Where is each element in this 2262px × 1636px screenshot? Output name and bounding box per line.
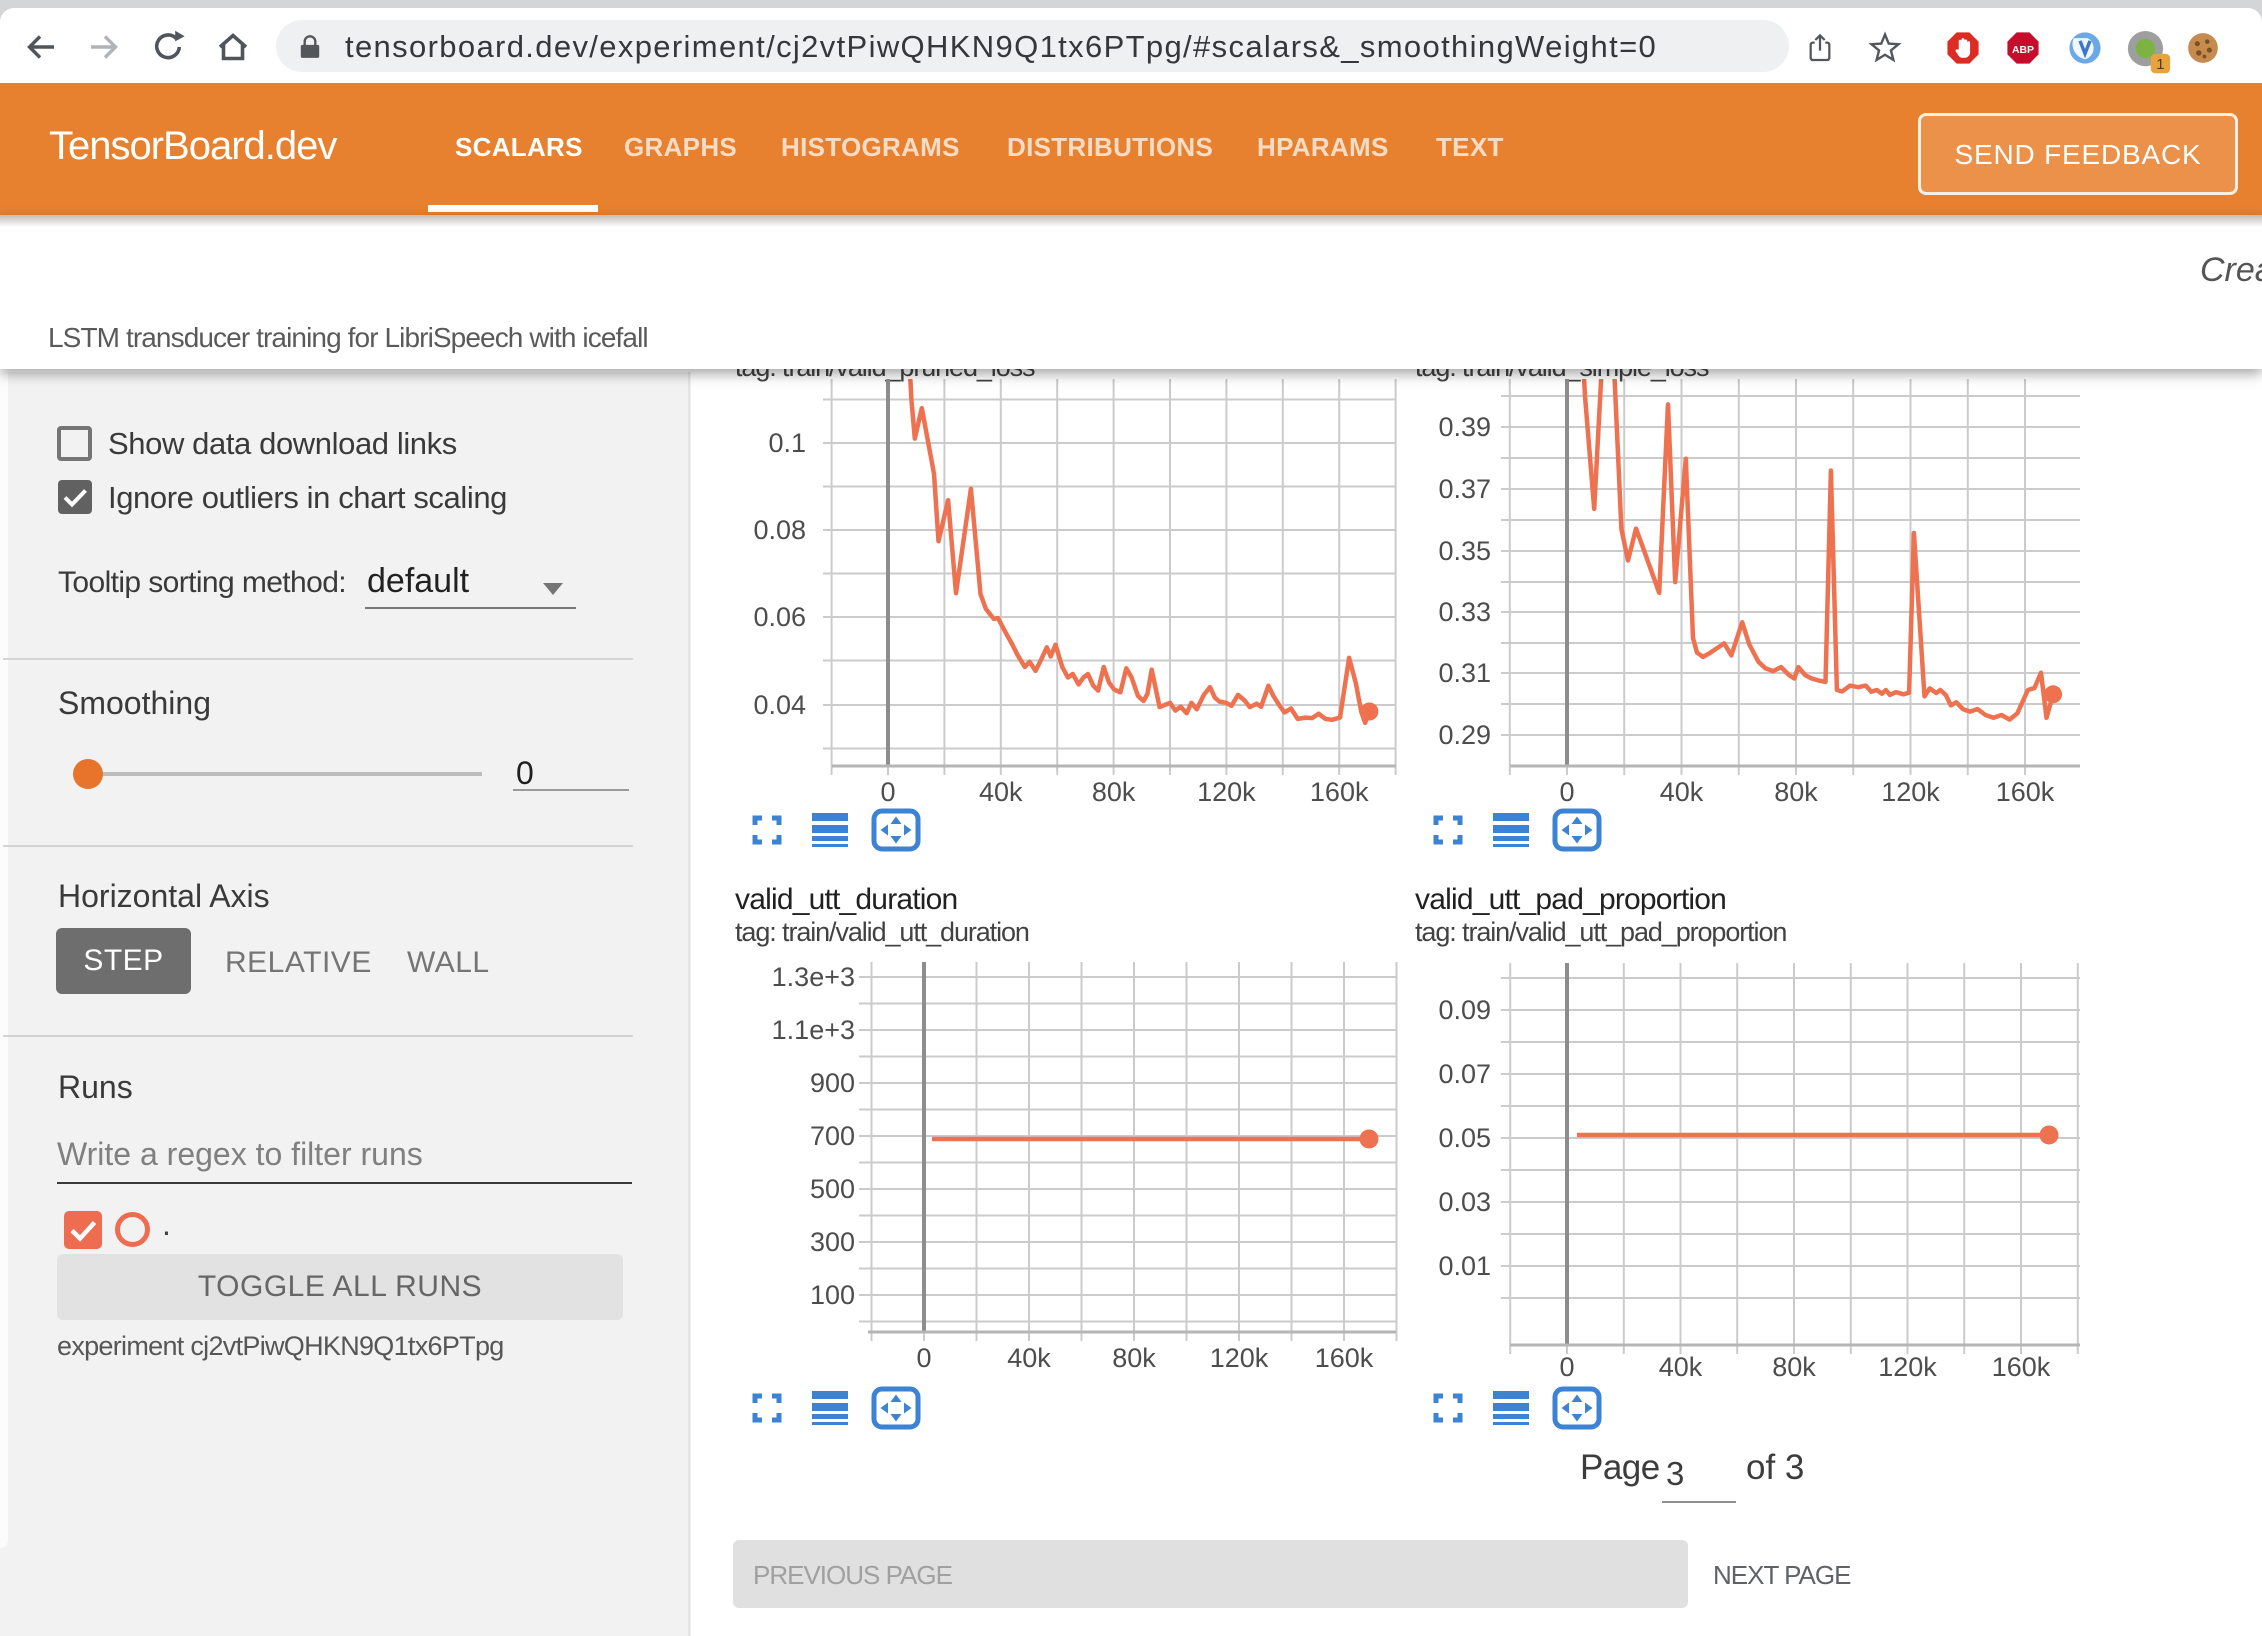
svg-text:0.31: 0.31 (1438, 658, 1491, 688)
svg-text:valid_utt_pad_proportion: valid_utt_pad_proportion (1415, 883, 1726, 916)
svg-text:0.1: 0.1 (768, 428, 806, 458)
svg-text:0.29: 0.29 (1438, 720, 1491, 750)
svg-text:80k: 80k (1774, 777, 1818, 807)
svg-text:1: 1 (2156, 56, 2164, 73)
svg-text:160k: 160k (1310, 777, 1369, 807)
svg-text:500: 500 (810, 1174, 855, 1204)
svg-text:120k: 120k (1210, 1343, 1269, 1373)
svg-text:160k: 160k (1996, 777, 2055, 807)
svg-text:1.1e+3: 1.1e+3 (772, 1015, 855, 1045)
svg-text:80k: 80k (1092, 777, 1136, 807)
svg-text:700: 700 (810, 1121, 855, 1151)
svg-text:1.3e+3: 1.3e+3 (772, 962, 855, 992)
svg-text:0.39: 0.39 (1438, 412, 1491, 442)
svg-text:120k: 120k (1881, 777, 1940, 807)
svg-text:120k: 120k (1878, 1352, 1937, 1382)
svg-text:ABP: ABP (2012, 45, 2034, 56)
svg-text:0.03: 0.03 (1438, 1187, 1491, 1217)
svg-text:120k: 120k (1197, 777, 1256, 807)
svg-text:100: 100 (810, 1280, 855, 1310)
svg-text:0.07: 0.07 (1438, 1059, 1491, 1089)
svg-text:0.06: 0.06 (753, 602, 806, 632)
svg-text:0.37: 0.37 (1438, 474, 1491, 504)
svg-text:0.01: 0.01 (1438, 1251, 1491, 1281)
svg-text:0: 0 (916, 1343, 931, 1373)
svg-text:0.35: 0.35 (1438, 536, 1491, 566)
svg-text:80k: 80k (1112, 1343, 1156, 1373)
svg-text:0.08: 0.08 (753, 515, 806, 545)
svg-text:300: 300 (810, 1227, 855, 1257)
svg-text:900: 900 (810, 1068, 855, 1098)
svg-text:40k: 40k (1007, 1343, 1051, 1373)
svg-text:0: 0 (1559, 777, 1574, 807)
svg-text:0: 0 (880, 777, 895, 807)
svg-text:0.33: 0.33 (1438, 597, 1491, 627)
svg-text:80k: 80k (1772, 1352, 1816, 1382)
svg-text:0.09: 0.09 (1438, 995, 1491, 1025)
svg-text:40k: 40k (1660, 777, 1704, 807)
svg-text:160k: 160k (1992, 1352, 2051, 1382)
svg-text:tag: train/valid_utt_pad_propo: tag: train/valid_utt_pad_proportion (1415, 917, 1786, 947)
svg-text:40k: 40k (1659, 1352, 1703, 1382)
svg-text:160k: 160k (1315, 1343, 1374, 1373)
svg-text:0: 0 (1559, 1352, 1574, 1382)
svg-text:0.05: 0.05 (1438, 1123, 1491, 1153)
svg-text:valid_utt_duration: valid_utt_duration (735, 883, 957, 916)
svg-text:0.04: 0.04 (753, 690, 806, 720)
svg-text:40k: 40k (979, 777, 1023, 807)
svg-text:tag: train/valid_utt_duration: tag: train/valid_utt_duration (735, 917, 1029, 947)
